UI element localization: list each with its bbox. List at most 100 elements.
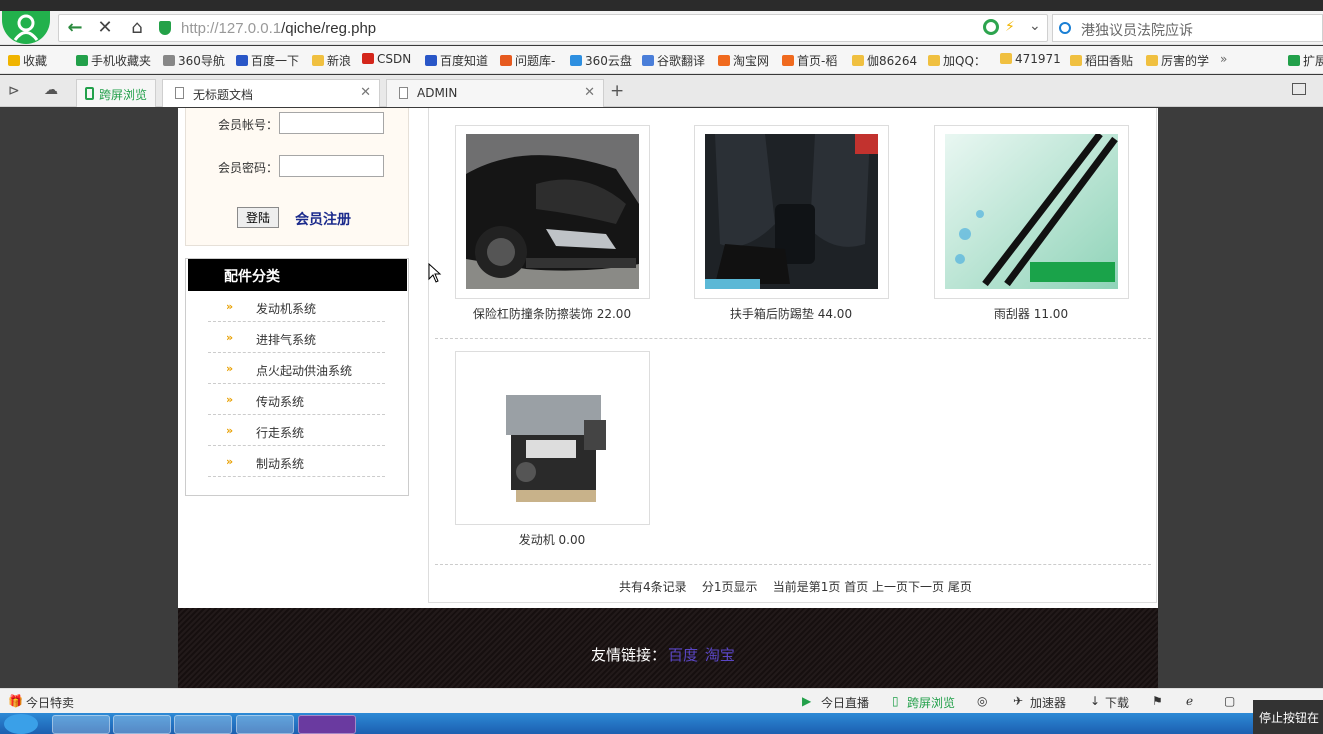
kuaping-link[interactable]: 跨屏浏览	[907, 694, 955, 711]
bookmark-item[interactable]: 加QQ：	[928, 52, 986, 69]
close-tab-icon[interactable]: ✕	[360, 85, 371, 100]
bookmark-icon	[782, 55, 794, 66]
bookmark-item[interactable]: 360导航	[163, 52, 225, 69]
address-bar[interactable]: ← ✕ ⌂ http://127.0.0.1/qiche/reg.php ⚡ ⌄	[58, 14, 1048, 42]
bookmark-icon	[1146, 55, 1158, 66]
bookmark-item[interactable]: 厉害的学	[1146, 52, 1209, 69]
window-icon[interactable]: ▢	[1224, 694, 1235, 708]
product-name[interactable]: 扶手箱后防踢垫 44.00	[671, 305, 911, 322]
restore-icon[interactable]	[1292, 83, 1306, 95]
download-link[interactable]: 下载	[1105, 694, 1129, 711]
phone-icon	[85, 87, 94, 100]
category-item[interactable]: » 传动系统	[208, 384, 385, 415]
bookmark-item[interactable]: 谷歌翻译	[642, 52, 705, 69]
password-input[interactable]	[279, 155, 384, 177]
tab-untitled[interactable]: 无标题文档 ✕	[162, 79, 380, 107]
bookmark-item[interactable]: 百度知道	[425, 52, 488, 69]
bookmark-item[interactable]: 淘宝网	[718, 52, 769, 69]
account-row: 会员帐号：	[218, 112, 384, 134]
taskbar-app[interactable]	[236, 715, 294, 734]
start-icon[interactable]	[4, 714, 38, 734]
search-box[interactable]: 港独议员法院应诉	[1052, 14, 1323, 42]
bookmark-icon	[642, 55, 654, 66]
link-baidu[interactable]: 百度	[668, 646, 698, 664]
double-arrow-icon: »	[226, 455, 234, 468]
new-tab-icon[interactable]: +	[610, 81, 624, 101]
taskbar-app[interactable]	[174, 715, 232, 734]
rocket-icon: ✈	[1013, 694, 1024, 708]
category-title: 配件分类	[188, 259, 407, 291]
bookmark-item[interactable]: CSDN	[362, 52, 411, 66]
product-card[interactable]	[455, 351, 650, 525]
product-name[interactable]: 保险杠防撞条防擦装饰 22.00	[432, 305, 672, 322]
friend-links: 友情链接： 百度 淘宝	[591, 646, 735, 664]
bookmark-item[interactable]: 首页-稻	[782, 52, 837, 69]
taskbar-app[interactable]	[52, 715, 110, 734]
play-icon: ▶	[802, 694, 812, 708]
account-input[interactable]	[279, 112, 384, 134]
bookmark-item[interactable]: 360云盘	[570, 52, 632, 69]
product-card[interactable]	[934, 125, 1129, 299]
bookmark-icon	[928, 55, 940, 66]
login-panel: 会员帐号： 会员密码： 登陆 会员注册	[185, 108, 409, 246]
pager[interactable]: 共有4条记录 分1页显示 当前是第1页 首页 上一页下一页 尾页	[619, 578, 972, 595]
login-button[interactable]: 登陆	[237, 207, 279, 228]
bookmark-icon	[362, 53, 374, 64]
register-link[interactable]: 会员注册	[295, 209, 351, 229]
bookmark-icon	[312, 55, 324, 66]
close-tab-icon[interactable]: ✕	[584, 85, 595, 100]
refresh-icon[interactable]	[983, 19, 999, 35]
search-icon	[1059, 22, 1071, 34]
lightning-icon[interactable]: ⚡	[1005, 19, 1015, 35]
chevron-down-icon[interactable]: ⌄	[1029, 18, 1041, 34]
url-text[interactable]: http://127.0.0.1/qiche/reg.php	[181, 20, 376, 37]
ie-icon[interactable]: ℯ	[1186, 694, 1193, 708]
bookmarks-bar: 收藏 手机收藏夹 360导航 百度一下 新浪 CSDN 百度知道 问题库- 360云盘 谷歌翻译淘…	[0, 46, 1323, 74]
bookmark-item[interactable]: 手机收藏夹	[76, 52, 151, 69]
bookmark-item[interactable]: 问题库-	[500, 52, 555, 69]
taskbar-app[interactable]	[113, 715, 171, 734]
product-name[interactable]: 雨刮器 11.00	[911, 305, 1151, 322]
live-link[interactable]: 今日直播	[821, 694, 869, 711]
category-item[interactable]: » 进排气系统	[208, 322, 385, 353]
taskbar-app[interactable]	[298, 715, 356, 734]
browser-logo-icon[interactable]	[2, 11, 50, 44]
stop-icon[interactable]: ✕	[93, 16, 117, 40]
product-card[interactable]	[694, 125, 889, 299]
bookmark-item[interactable]: 稻田香贴	[1070, 52, 1133, 69]
speed-icon[interactable]: ◎	[977, 694, 987, 708]
bookmark-item[interactable]: 471971	[1000, 52, 1061, 66]
category-item[interactable]: » 点火起动供油系统	[208, 353, 385, 384]
sidebar-toggle-icon[interactable]: ⊳	[8, 83, 20, 99]
category-item[interactable]: » 制动系统	[208, 446, 385, 477]
footer: 友情链接： 百度 淘宝	[178, 608, 1158, 688]
more-bookmarks-icon[interactable]: »	[1220, 52, 1227, 66]
product-image-wiper[interactable]	[945, 134, 1118, 289]
divider	[435, 564, 1151, 565]
divider	[435, 338, 1151, 339]
category-item[interactable]: » 行走系统	[208, 415, 385, 446]
tab-admin[interactable]: ADMIN ✕	[386, 79, 604, 107]
cloud-icon[interactable]: ☁	[44, 82, 58, 98]
back-arrow-icon[interactable]: ←	[63, 16, 87, 40]
tab-kuaping[interactable]: 跨屏浏览	[76, 79, 157, 107]
bookmark-item[interactable]: 扩展	[1288, 52, 1323, 69]
category-item[interactable]: » 发动机系统	[208, 291, 385, 322]
product-image-bumper[interactable]	[466, 134, 639, 289]
product-name[interactable]: 发动机 0.00	[432, 531, 672, 548]
link-taobao[interactable]: 淘宝	[705, 646, 735, 664]
accelerator-link[interactable]: 加速器	[1030, 694, 1066, 711]
bookmark-item[interactable]: 百度一下	[236, 52, 299, 69]
home-icon[interactable]: ⌂	[125, 16, 149, 40]
today-sale-link[interactable]: 今日特卖	[26, 694, 74, 711]
bookmark-icon	[570, 55, 582, 66]
bookmark-item[interactable]: 新浪	[312, 52, 351, 69]
bookmark-item[interactable]: 收藏	[8, 52, 47, 69]
flag-icon[interactable]: ⚑	[1152, 694, 1163, 708]
product-image-armrest-pad[interactable]	[705, 134, 878, 289]
bookmark-item[interactable]: 伽86264	[852, 52, 917, 69]
bookmark-icon	[852, 55, 864, 66]
tooltip: 停止按钮在	[1253, 700, 1323, 734]
product-image-engine[interactable]	[466, 360, 639, 515]
product-card[interactable]	[455, 125, 650, 299]
